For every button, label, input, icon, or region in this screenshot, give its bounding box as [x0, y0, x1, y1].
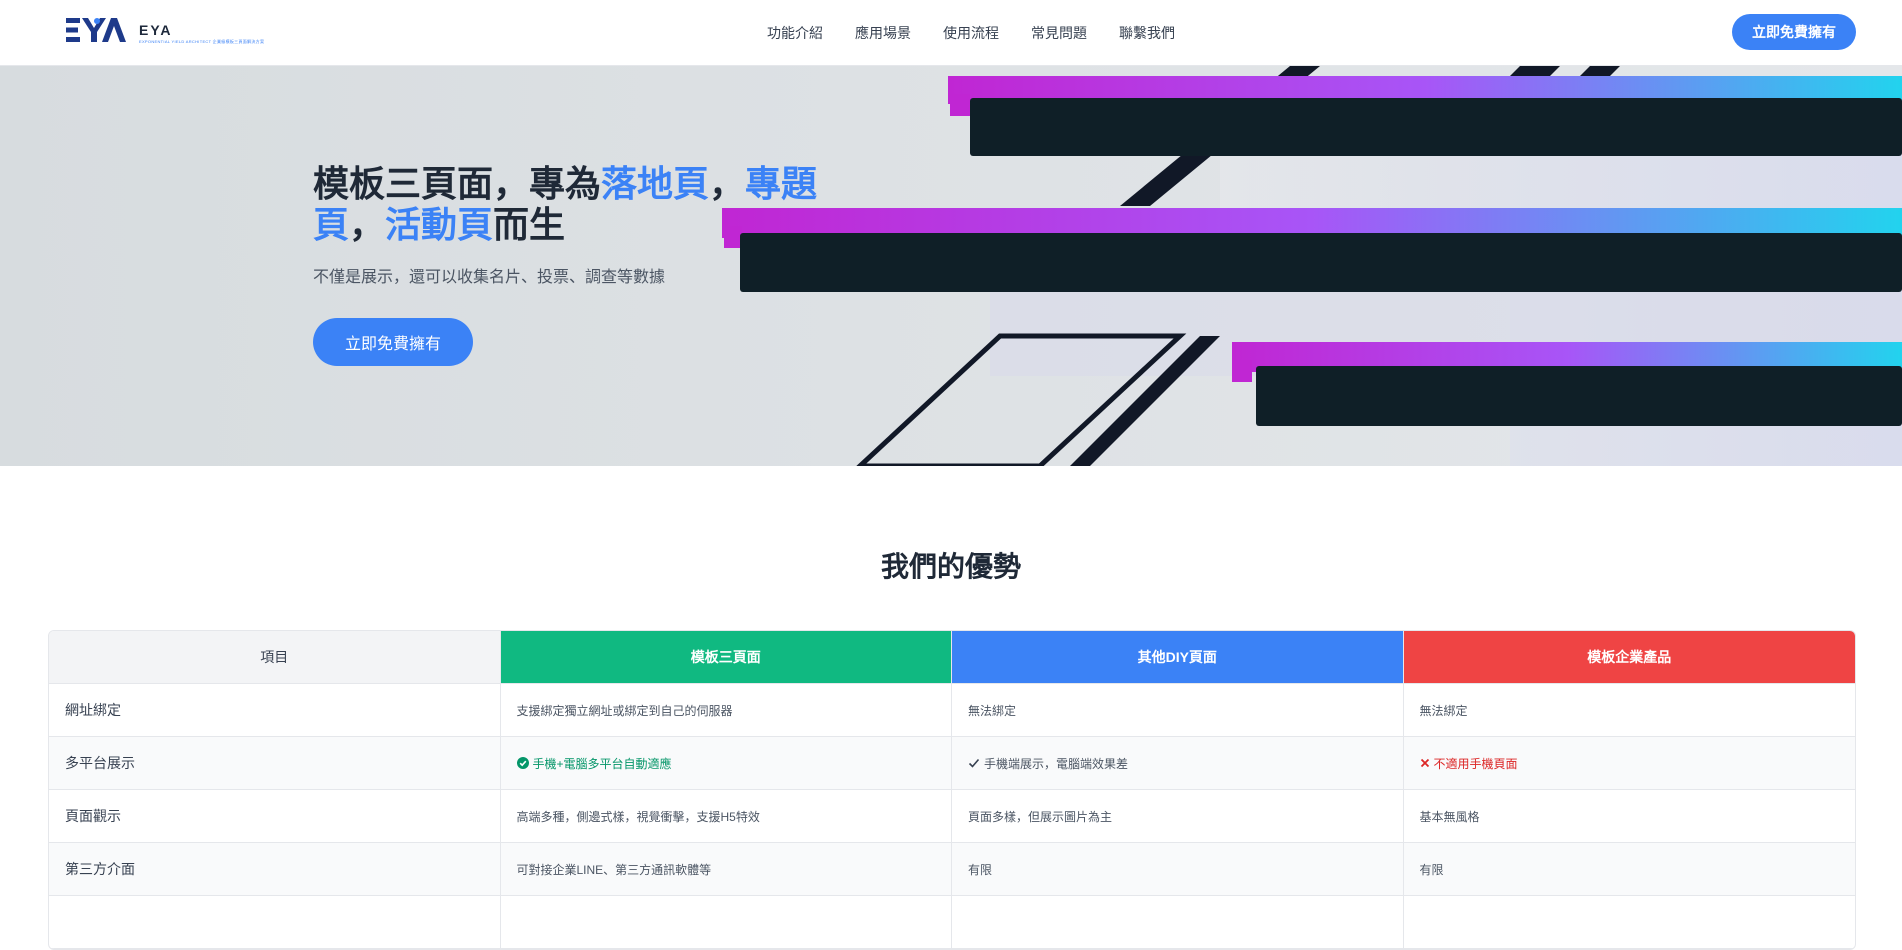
hero-title-highlight-event: 活動頁 — [385, 204, 494, 245]
hero-title-highlight-landing: 落地頁 — [601, 163, 710, 204]
enterprise-cell: 不適用手機頁面 — [1404, 737, 1856, 789]
top-navbar: EYA EXPONENTIAL YIELD ARCHITECT 企業級模板三頁面… — [0, 0, 1902, 66]
hero-subtitle: 不僅是展示，還可以收集名片、投票、調查等數據 — [313, 269, 666, 286]
brand-tagline: EXPONENTIAL YIELD ARCHITECT 企業級模板三頁面解決方案 — [139, 39, 265, 44]
table-row: 第三方介面 可對接企業LINE、第三方通訊軟體等 有限 有限 — [49, 843, 1855, 896]
hero-get-free-button[interactable]: 立即免費擁有 — [313, 318, 473, 366]
diy-cell-text: 手機端展示，電腦端效果差 — [984, 756, 1129, 771]
diy-cell: 有限 — [952, 843, 1404, 895]
table-row: 網址綁定 支援綁定獨立網址或綁定到自己的伺服器 無法綁定 無法綁定 — [49, 684, 1855, 737]
template-cell-text: 手機+電腦多平台自動適應 — [532, 756, 672, 771]
enterprise-cell: 基本無風格 — [1419, 809, 1480, 824]
diy-cell: 頁面多樣，但展示圖片為主 — [952, 790, 1404, 842]
advantages-title: 我們的優勢 — [880, 551, 1021, 582]
hero-title-separator: ， — [349, 204, 386, 245]
enterprise-cell-text: 不適用手機頁面 — [1433, 756, 1518, 771]
eya-logo-mark-icon — [66, 18, 126, 42]
row-label: 第三方介面 — [49, 843, 501, 895]
template-cell: 支援綁定獨立網址或綁定到自己的伺服器 — [501, 684, 952, 736]
hero-title: 模板三頁面，專為落地頁，專題頁，活動頁而生 — [313, 163, 833, 245]
enterprise-cell: 無法綁定 — [1419, 703, 1468, 718]
template-cell: 可對接企業LINE、第三方通訊軟體等 — [501, 843, 952, 895]
enterprise-cell: 有限 — [1419, 862, 1444, 877]
template-cell: 手機+電腦多平台自動適應 — [501, 737, 952, 789]
check-circle-icon — [516, 757, 529, 769]
hero-title-text-end: 而生 — [493, 204, 566, 245]
brand-logo[interactable]: EYA EXPONENTIAL YIELD ARCHITECT 企業級模板三頁面… — [66, 15, 264, 51]
brand-name: EYA — [139, 22, 173, 38]
diy-cell: 無法綁定 — [952, 684, 1404, 736]
nav-link-faq[interactable]: 常見問題 — [1031, 23, 1087, 43]
table-row: 頁面觀示 高端多種，側邊式樣，視覺衝擊，支援H5特效 頁面多樣，但展示圖片為主 … — [49, 790, 1855, 843]
row-label: 多平台展示 — [49, 737, 501, 789]
table-header-row: 項目 模板三頁面 其他DIY頁面 模板企業產品 — [49, 631, 1855, 684]
hero-background-illustration — [722, 66, 1902, 466]
column-header-enterprise: 模板企業產品 — [1403, 631, 1855, 683]
table-row: 多平台展示 手機+電腦多平台自動適應 手機端展示，電腦端效果差 不適用手機頁面 — [49, 737, 1855, 790]
nav-get-free-button[interactable]: 立即免費擁有 — [1732, 14, 1856, 50]
row-label: 頁面觀示 — [49, 790, 501, 842]
cross-icon — [1420, 758, 1429, 768]
nav-link-contact[interactable]: 聯繫我們 — [1119, 23, 1175, 43]
nav-link-process[interactable]: 使用流程 — [943, 23, 999, 43]
row-label: 網址綁定 — [49, 684, 501, 736]
hero-title-text: 模板三頁面，專為 — [313, 163, 602, 204]
hero-title-separator: ， — [709, 163, 746, 204]
check-icon — [968, 758, 980, 768]
main-nav: 功能介紹 應用場景 使用流程 常見問題 聯繫我們 — [767, 23, 1207, 43]
nav-link-features[interactable]: 功能介紹 — [767, 23, 823, 43]
column-header-template: 模板三頁面 — [500, 631, 952, 683]
template-cell: 高端多種，側邊式樣，視覺衝擊，支援H5特效 — [501, 790, 952, 842]
diy-cell: 手機端展示，電腦端效果差 — [952, 737, 1404, 789]
column-header-diy: 其他DIY頁面 — [952, 631, 1404, 683]
hero-banner: 模板三頁面，專為落地頁，專題頁，活動頁而生 不僅是展示，還可以收集名片、投票、調… — [0, 66, 1902, 466]
column-header-item: 項目 — [49, 631, 501, 683]
nav-link-scenarios[interactable]: 應用場景 — [855, 23, 911, 43]
comparison-table: 項目 模板三頁面 其他DIY頁面 模板企業產品 網址綁定 支援綁定獨立網址或綁定… — [48, 630, 1856, 950]
